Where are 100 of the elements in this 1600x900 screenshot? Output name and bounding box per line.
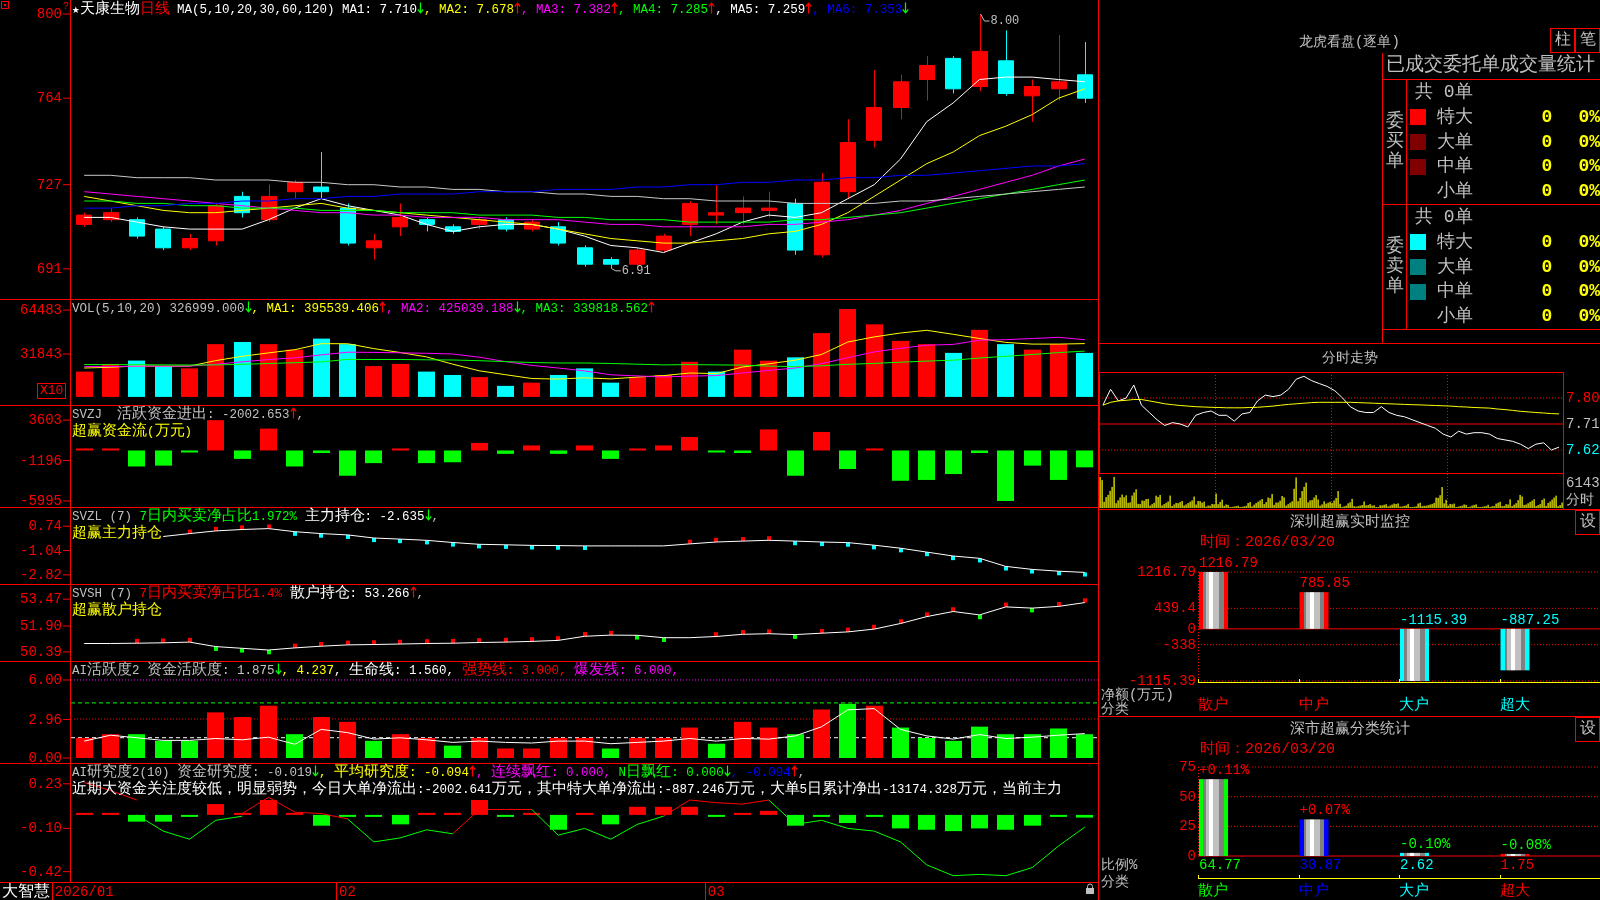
order-share: 0% bbox=[1577, 231, 1600, 253]
scale-label: 6143 bbox=[1566, 475, 1600, 491]
price-annotation: 8.00 bbox=[990, 14, 1020, 29]
axis-tick-label: 0 bbox=[1187, 620, 1196, 637]
value-label: 30.87 bbox=[1299, 857, 1342, 873]
axis-tick-label: 7.80 bbox=[1566, 390, 1600, 406]
order-total: 共 0单 bbox=[1414, 206, 1474, 230]
value-label: 64.77 bbox=[1199, 857, 1241, 873]
axis-tick-label: 2.96 bbox=[28, 711, 62, 728]
change-label: -0.08% bbox=[1500, 836, 1551, 853]
order-share: 0% bbox=[1577, 131, 1600, 153]
order-share: 0% bbox=[1577, 156, 1600, 178]
order-type-label: 大单 bbox=[1437, 256, 1474, 278]
legend-item: , MA6: 7.353 bbox=[812, 3, 903, 17]
value-label: -887.25 bbox=[1500, 611, 1560, 628]
timestamp-label: 时间：2026/03/20 bbox=[1199, 742, 1336, 758]
axis-tick-label: -0.10 bbox=[20, 820, 62, 837]
corner-mark: ? bbox=[63, 0, 69, 12]
axis-title: 比例% bbox=[1101, 857, 1138, 873]
order-share: 0% bbox=[1577, 306, 1600, 327]
multiplier-label: X10 bbox=[37, 383, 67, 399]
brand-label: 大智慧 bbox=[2, 883, 50, 900]
legend-item: , MA1: 395539.406 bbox=[251, 302, 380, 316]
axis-tick-label: 51.90 bbox=[20, 618, 62, 635]
value-label: 1.75 bbox=[1500, 857, 1535, 873]
category-label: 散户 bbox=[1198, 882, 1228, 900]
legend-item: 强势线: 3.000, bbox=[461, 664, 568, 678]
axis-tick-label: 53.47 bbox=[20, 591, 62, 608]
date-label: 2026/01 bbox=[54, 884, 114, 900]
legend-item: , bbox=[296, 408, 305, 422]
legend-item: , 4.237 bbox=[281, 664, 335, 678]
group-label: 委买单 bbox=[1385, 112, 1404, 172]
axis-tick-label: 0.74 bbox=[28, 518, 62, 535]
table-title: 已成交委托单成交量统计 bbox=[1383, 53, 1600, 80]
change-label: +0.07% bbox=[1299, 802, 1350, 819]
group-label: 委卖单 bbox=[1385, 237, 1404, 297]
value-label: 785.85 bbox=[1299, 575, 1350, 592]
legend-item: , MA2: 425039.188 bbox=[386, 302, 514, 316]
legend-item: , MA4: 7.285 bbox=[618, 3, 709, 17]
date-label: 02 bbox=[339, 884, 356, 900]
legend-item: 7日内买卖净占比1.4% bbox=[139, 587, 283, 601]
price-annotation: 6.91 bbox=[621, 263, 651, 278]
order-count: 0 bbox=[1540, 156, 1554, 178]
axis-tick-label: 439.4 bbox=[1154, 600, 1196, 617]
order-share: 0% bbox=[1577, 181, 1600, 202]
legend-item: , -0.094 bbox=[730, 766, 791, 780]
category-label: 散户 bbox=[1198, 696, 1228, 714]
category-label: 中户 bbox=[1298, 696, 1329, 714]
legend-item: , MA2: 7.678 bbox=[424, 3, 515, 17]
value-label: 1216.79 bbox=[1199, 555, 1258, 571]
change-label: -0.10% bbox=[1400, 835, 1451, 852]
axis-tick-label: -2.82 bbox=[20, 566, 62, 583]
axis-tick-label: -1196 bbox=[20, 452, 62, 469]
indicator-caption: 超赢散户持仓 bbox=[72, 602, 163, 620]
order-share: 0% bbox=[1577, 256, 1600, 278]
order-type-label: 中单 bbox=[1437, 156, 1474, 178]
legend-item: N日飘红: 0.000 bbox=[618, 766, 724, 780]
legend-item: , MA3: 7.382 bbox=[521, 3, 612, 17]
legend-item: , bbox=[797, 766, 806, 780]
order-type-label: 中单 bbox=[1437, 281, 1474, 303]
order-type-label: 大单 bbox=[1437, 131, 1474, 153]
indicator-caption: 超赢资金流(万元) bbox=[72, 423, 194, 441]
axis-tick-label: 31843 bbox=[20, 346, 62, 363]
order-count: 0 bbox=[1540, 181, 1554, 202]
axis-tick-label: 764 bbox=[36, 90, 62, 107]
panel-title: 深市超赢分类统计 bbox=[1289, 720, 1410, 739]
axis-tick-label: 64483 bbox=[20, 302, 62, 319]
axis-tick-label: -338 bbox=[1162, 636, 1196, 653]
axis-tick-label: 1216.79 bbox=[1137, 564, 1196, 580]
order-count: 0 bbox=[1540, 256, 1554, 278]
legend-item: , MA5: 7.259 bbox=[715, 3, 806, 17]
axis-title: 分类 bbox=[1101, 874, 1129, 890]
panel-title: 深圳超赢实时监控 bbox=[1289, 513, 1410, 532]
axis-title: 净额(万元) bbox=[1101, 687, 1174, 703]
axis-tick-label: 691 bbox=[36, 260, 62, 277]
value-label: 2.62 bbox=[1400, 857, 1434, 873]
panel-title: 分时走势 bbox=[1321, 349, 1378, 368]
legend-item: MA(5,10,20,30,60,120) MA1: 7.710 bbox=[176, 3, 418, 17]
timestamp-label: 时间：2026/03/20 bbox=[1199, 535, 1336, 551]
legend-item: SVZL (7) bbox=[72, 510, 133, 524]
axis-tick-label: 75 bbox=[1179, 759, 1196, 775]
panel-title: 龙虎看盘(逐单) bbox=[1299, 34, 1400, 52]
axis-tick-label: 6.00 bbox=[28, 672, 62, 688]
order-count: 0 bbox=[1540, 106, 1554, 128]
axis-title: 分类 bbox=[1101, 701, 1129, 716]
change-label: +0.11% bbox=[1199, 762, 1250, 779]
axis-title: 分时 bbox=[1566, 492, 1594, 508]
axis-tick-label: -5995 bbox=[20, 492, 62, 507]
axis-tick-label: 7.71 bbox=[1566, 416, 1600, 432]
order-count: 0 bbox=[1540, 281, 1554, 303]
axis-tick-label: 25 bbox=[1179, 818, 1196, 835]
legend-item: SVSH (7) bbox=[72, 587, 133, 601]
order-count: 0 bbox=[1540, 306, 1554, 327]
order-count: 0 bbox=[1540, 131, 1554, 153]
order-type-label: 小单 bbox=[1437, 306, 1474, 327]
legend-item: VOL(5,10,20) 326999.000 bbox=[72, 302, 245, 316]
axis-tick-label: 50.39 bbox=[20, 643, 62, 660]
axis-tick-label: 0 bbox=[1187, 848, 1196, 864]
category-label: 超大 bbox=[1499, 882, 1530, 900]
order-type-label: 特大 bbox=[1437, 106, 1474, 128]
